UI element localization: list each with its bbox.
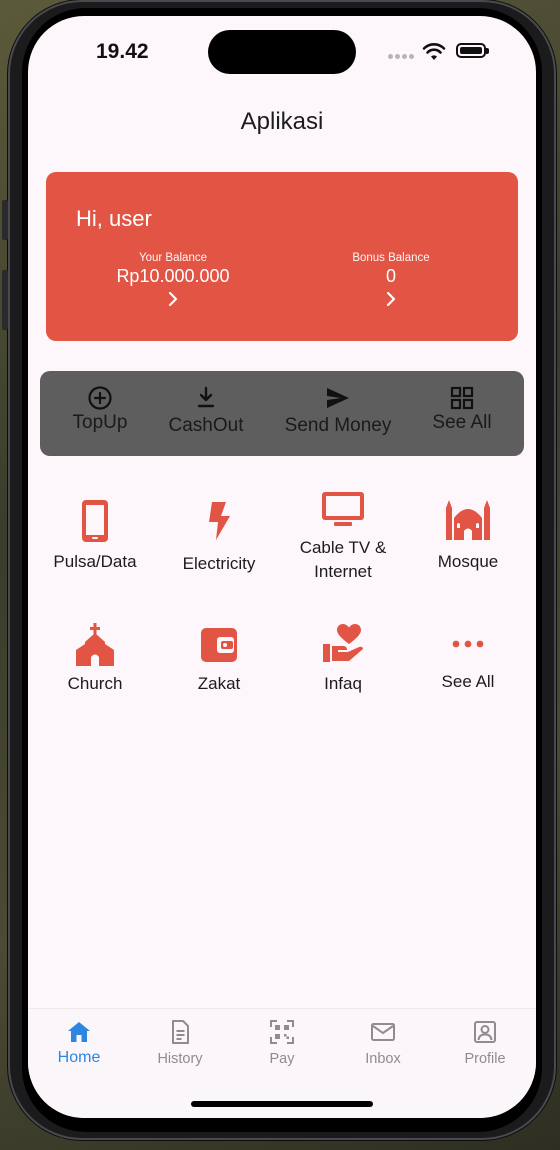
- profile-icon: [474, 1021, 496, 1043]
- service-label: Mosque: [437, 552, 499, 571]
- chevron-right-icon[interactable]: [166, 291, 180, 307]
- home-indicator[interactable]: [191, 1101, 373, 1107]
- your-balance[interactable]: Your Balance Rp10.000.000: [83, 252, 263, 307]
- service-label: Zakat: [197, 674, 241, 693]
- home-icon: [68, 1022, 90, 1042]
- download-icon: [197, 386, 215, 408]
- service-infaq[interactable]: Infaq: [281, 622, 405, 696]
- nav-profile-label: Profile: [464, 1051, 506, 1067]
- more-horizontal-icon: [452, 640, 484, 648]
- nav-history[interactable]: History: [129, 1019, 231, 1067]
- wifi-icon: [422, 43, 446, 60]
- wallet-icon: [201, 628, 237, 662]
- service-mosque[interactable]: Mosque: [406, 498, 530, 574]
- nav-history-label: History: [157, 1051, 203, 1067]
- nav-inbox[interactable]: Inbox: [332, 1019, 434, 1067]
- send-money-button[interactable]: Send Money: [280, 385, 396, 437]
- page-title: Aplikasi: [240, 108, 324, 135]
- service-label: Church: [67, 674, 123, 693]
- nav-pay-label: Pay: [269, 1051, 295, 1067]
- service-label: Electricity: [182, 554, 256, 573]
- service-label: Cable TV & Internet: [299, 538, 387, 581]
- charity-hand-heart-icon: [323, 624, 363, 662]
- service-cable-tv-internet[interactable]: Cable TV & Internet: [281, 490, 405, 584]
- cashout-label: CashOut: [168, 415, 244, 436]
- send-money-label: Send Money: [284, 415, 392, 436]
- service-label: Infaq: [324, 674, 362, 693]
- bonus-balance-value: 0: [385, 266, 396, 286]
- nav-home-label: Home: [57, 1049, 101, 1066]
- mosque-icon: [446, 500, 490, 540]
- quick-actions-bar: TopUp CashOut Send Money See All: [40, 371, 524, 456]
- volume-button: [2, 200, 8, 240]
- bonus-balance-label: Bonus Balance: [352, 252, 430, 264]
- service-electricity[interactable]: Electricity: [157, 500, 281, 576]
- nav-home[interactable]: Home: [28, 1019, 130, 1067]
- your-balance-value: Rp10.000.000: [116, 266, 230, 286]
- cashout-button[interactable]: CashOut: [166, 385, 246, 437]
- bonus-balance[interactable]: Bonus Balance 0: [301, 252, 481, 307]
- service-see-all[interactable]: See All: [406, 632, 530, 694]
- nav-pay[interactable]: Pay: [231, 1019, 333, 1067]
- nav-profile[interactable]: Profile: [434, 1019, 536, 1067]
- signal-icon: [388, 54, 414, 60]
- service-pulsa-data[interactable]: Pulsa/Data: [33, 498, 157, 574]
- add-circle-icon: [88, 386, 112, 410]
- tv-icon: [322, 492, 364, 526]
- chevron-right-icon[interactable]: [384, 291, 398, 307]
- mail-icon: [371, 1023, 395, 1041]
- service-label: See All: [441, 672, 495, 691]
- document-icon: [172, 1020, 189, 1044]
- greeting-text: Hi, user: [76, 206, 152, 231]
- see-all-actions-label: See All: [432, 412, 492, 433]
- send-icon: [327, 388, 349, 408]
- service-label: Pulsa/Data: [53, 552, 137, 571]
- service-zakat[interactable]: Zakat: [157, 624, 281, 696]
- lightning-icon: [209, 502, 230, 540]
- status-time: 19.42: [96, 40, 149, 63]
- your-balance-label: Your Balance: [139, 252, 207, 264]
- see-all-actions-button[interactable]: See All: [426, 385, 498, 434]
- smartphone-icon: [82, 500, 108, 542]
- topup-label: TopUp: [72, 412, 128, 433]
- topup-button[interactable]: TopUp: [70, 385, 130, 434]
- app-screen: 19.42 Aplikasi Hi, user Your Balance Rp1…: [28, 16, 536, 1118]
- church-icon: [76, 623, 114, 666]
- dynamic-island: [208, 30, 356, 74]
- balance-card: Hi, user Your Balance Rp10.000.000 Bonus…: [46, 172, 518, 341]
- service-church[interactable]: Church: [33, 622, 157, 696]
- qr-code-icon: [270, 1020, 294, 1044]
- volume-button: [2, 270, 8, 330]
- nav-inbox-label: Inbox: [365, 1051, 401, 1067]
- battery-icon: [456, 43, 489, 58]
- grid-icon: [450, 386, 474, 410]
